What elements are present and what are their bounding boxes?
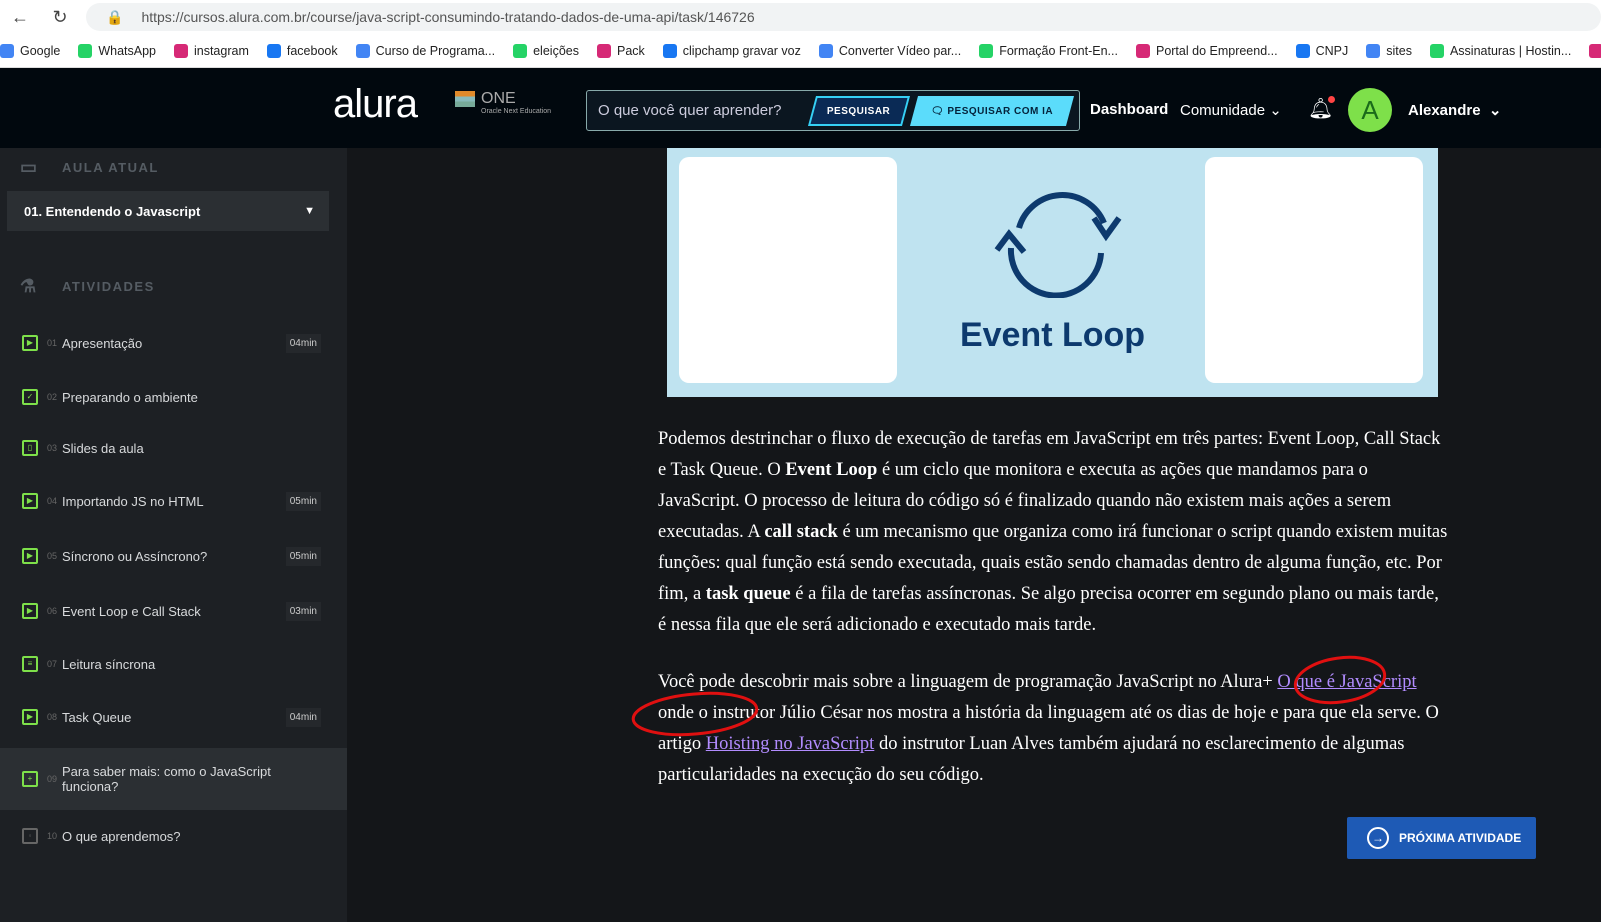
chevron-down-icon: ⌄ — [1269, 102, 1282, 119]
list-icon: ≡ — [22, 656, 38, 672]
sidebar-activity-item[interactable]: ◦ 10 O que aprendemos? — [0, 824, 347, 848]
bookmark-item[interactable]: eleições — [513, 44, 579, 58]
event-loop-image: Event Loop — [667, 148, 1438, 397]
play-icon: ▶ — [22, 548, 38, 564]
sidebar-activity-item[interactable]: ▶ 04 Importando JS no HTML 05min — [0, 489, 347, 513]
flask-icon: ⚗ — [20, 276, 38, 296]
reload-icon[interactable]: ↻ — [40, 7, 80, 28]
duration-badge: 04min — [285, 333, 321, 353]
bookmark-icon — [173, 44, 188, 58]
sidebar-activity-item[interactable]: ▶ 01 Apresentação 04min — [0, 331, 347, 355]
plus-icon: + — [22, 771, 38, 787]
sidebar-activity-item[interactable]: ▯ 03 Slides da aula — [0, 436, 347, 460]
bookmark-item[interactable]: Pika — [1589, 44, 1601, 58]
bookmark-icon — [1295, 44, 1310, 58]
address-bar[interactable]: 🔒 https://cursos.alura.com.br/course/java… — [86, 3, 1601, 31]
user-menu[interactable]: Alexandre ⌄ — [1408, 101, 1501, 119]
loop-arrows-icon — [994, 192, 1122, 298]
article-text: Podemos destrinchar o fluxo de execução … — [658, 424, 1448, 817]
sidebar-activity-item[interactable]: ≡ 07 Leitura síncrona — [0, 652, 347, 676]
chevron-down-icon: ⌄ — [1488, 102, 1502, 119]
bookmark-icon — [662, 44, 677, 58]
bookmark-item[interactable]: Curso de Programa... — [355, 44, 495, 58]
book-icon: ▭ — [20, 157, 39, 177]
bookmark-item[interactable]: clipchamp gravar voz — [662, 44, 801, 58]
duration-badge: 03min — [285, 601, 321, 621]
bookmark-item[interactable]: instagram — [173, 44, 249, 58]
next-activity-button[interactable]: → PRÓXIMA ATIVIDADE — [1347, 817, 1536, 859]
back-icon[interactable]: ← — [0, 7, 40, 28]
url-text: https://cursos.alura.com.br/course/java-… — [141, 9, 755, 25]
play-icon: ▶ — [22, 603, 38, 619]
bookmark-icon — [818, 44, 833, 58]
bookmarks-bar: Google WhatsApp instagram facebook Curso de … — [0, 35, 1601, 68]
bell-icon[interactable]: 🔔︎ — [1308, 96, 1336, 121]
bookmark-item[interactable]: CNPJ — [1295, 44, 1348, 58]
bookmark-icon — [1589, 44, 1601, 58]
community-menu[interactable]: Comunidade ⌄ — [1180, 101, 1282, 119]
bookmark-icon — [1135, 44, 1150, 58]
search-box: O que você quer aprender? PESQUISAR 🗨 PE… — [586, 90, 1080, 131]
bookmark-icon — [355, 44, 370, 58]
clipboard-icon: ✓ — [22, 389, 38, 405]
hero-title: Event Loop — [959, 316, 1146, 354]
paragraph-2: Você pode descobrir mais sobre a linguag… — [658, 672, 1439, 785]
duration-badge: 05min — [285, 546, 321, 566]
bookmark-item[interactable]: Assinaturas | Hostin... — [1429, 44, 1571, 58]
one-logo: ONE Oracle Next Education — [455, 90, 551, 116]
search-ai-button[interactable]: 🗨 PESQUISAR COM IA — [909, 95, 1075, 126]
alura-logo[interactable]: alura — [333, 82, 418, 127]
sidebar-activity-item[interactable]: ▶ 05 Síncrono ou Assíncrono? 05min — [0, 544, 347, 568]
bookmark-item[interactable]: Formação Front-En... — [979, 44, 1118, 58]
bookmark-item[interactable]: Converter Vídeo par... — [818, 44, 961, 58]
dashboard-link[interactable]: Dashboard — [1090, 101, 1168, 118]
sidebar-activity-item[interactable]: ▶ 06 Event Loop e Call Stack 03min — [0, 599, 347, 623]
search-button[interactable]: PESQUISAR — [807, 95, 911, 126]
arrow-right-circle-icon: → — [1367, 827, 1389, 849]
play-icon: ▶ — [22, 335, 38, 351]
bookmark-icon — [0, 44, 14, 58]
site-header: alura ONE Oracle Next Education O que voc… — [0, 68, 1601, 148]
current-lesson-heading: ▭ AULA ATUAL — [20, 157, 159, 177]
sidebar-activity-item[interactable]: ▶ 08 Task Queue 04min — [0, 705, 347, 729]
bookmark-item[interactable]: WhatsApp — [78, 44, 156, 58]
play-icon: ▶ — [22, 709, 38, 725]
bookmark-icon — [1366, 44, 1381, 58]
duration-badge: 05min — [285, 491, 321, 511]
bookmark-icon — [266, 44, 281, 58]
play-icon: ▶ — [22, 493, 38, 509]
link-o-que-e-javascript[interactable]: O que é JavaScript — [1277, 672, 1416, 692]
sidebar: ▭ AULA ATUAL 01. Entendendo o Javascript ▼… — [0, 148, 347, 922]
user-icon: ◦ — [22, 828, 38, 844]
chat-ai-icon: 🗨 — [930, 105, 948, 116]
book-icon: ▯ — [22, 440, 38, 456]
duration-badge: 04min — [285, 707, 321, 727]
sidebar-activity-item[interactable]: ✓ 02 Preparando o ambiente — [0, 385, 347, 409]
chevron-down-icon: ▼ — [304, 205, 315, 217]
paragraph-1: Podemos destrinchar o fluxo de execução … — [658, 429, 1448, 635]
bookmark-item[interactable]: facebook — [266, 44, 338, 58]
avatar[interactable]: A — [1348, 88, 1392, 132]
browser-toolbar: ← ↻ 🔒 https://cursos.alura.com.br/course/… — [0, 0, 1601, 35]
sidebar-activity-item[interactable]: +09 Para saber mais: como o JavaScript fu… — [0, 748, 347, 810]
bookmark-icon — [78, 44, 93, 58]
bookmark-icon — [596, 44, 611, 58]
bookmark-icon — [979, 44, 994, 58]
bookmark-icon — [513, 44, 528, 58]
bookmark-item[interactable]: Pack — [596, 44, 645, 58]
lesson-selector[interactable]: 01. Entendendo o Javascript ▼ — [7, 191, 329, 231]
link-hoisting[interactable]: Hoisting no JavaScript — [706, 734, 875, 754]
bookmark-icon — [1429, 44, 1444, 58]
lock-icon: 🔒 — [106, 8, 124, 25]
activities-heading: ⚗ ATIVIDADES — [20, 276, 155, 296]
search-input[interactable]: O que você quer aprender? — [598, 102, 812, 119]
bookmark-item[interactable]: Google — [0, 44, 60, 58]
bookmark-item[interactable]: Portal do Empreend... — [1135, 44, 1278, 58]
bookmark-item[interactable]: sites — [1366, 44, 1412, 58]
